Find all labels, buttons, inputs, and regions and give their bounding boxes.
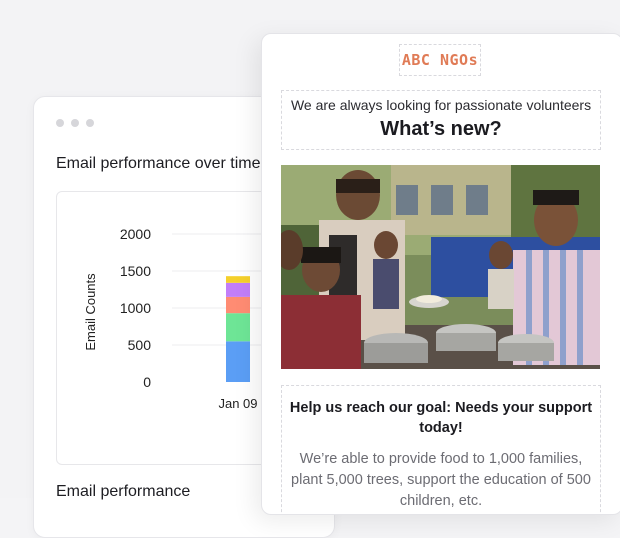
y-tick-label: 1500 — [120, 263, 151, 279]
section-title: Email performance — [56, 483, 191, 500]
window-dot[interactable] — [71, 119, 79, 127]
bar-segment[interactable] — [226, 313, 250, 342]
bar-segment[interactable] — [226, 282, 250, 297]
y-tick-label: 2000 — [120, 226, 151, 242]
bar-segment[interactable] — [226, 341, 250, 382]
window-controls — [56, 119, 94, 127]
goal-block[interactable]: Help us reach our goal: Needs your suppo… — [281, 385, 601, 514]
window-dot[interactable] — [56, 119, 64, 127]
x-tick-label: Jan 09 — [218, 396, 257, 411]
logo-block[interactable]: ABC NGOs — [399, 44, 481, 76]
headline: What’s new? — [380, 118, 502, 140]
bar-segment[interactable] — [226, 296, 250, 314]
tagline: We are always looking for passionate vol… — [290, 97, 592, 113]
y-axis-label: Email Counts — [83, 273, 98, 351]
goal-body: We’re able to provide food to 1,000 fami… — [291, 451, 591, 509]
header-block[interactable]: We are always looking for passionate vol… — [281, 90, 601, 150]
email-preview: ABC NGOs We are always looking for passi… — [261, 33, 620, 515]
goal-title: Help us reach our goal: Needs your suppo… — [289, 400, 593, 436]
y-tick-label: 1000 — [120, 300, 151, 316]
y-tick-label: 0 — [143, 374, 151, 390]
photo-illustration — [281, 165, 600, 369]
chart-title: Email performance over time — [56, 155, 261, 172]
hero-image[interactable] — [281, 165, 600, 369]
window-dot[interactable] — [86, 119, 94, 127]
y-tick-label: 500 — [128, 337, 152, 353]
bar-segment[interactable] — [226, 276, 250, 283]
logo: ABC NGOs — [401, 51, 479, 69]
